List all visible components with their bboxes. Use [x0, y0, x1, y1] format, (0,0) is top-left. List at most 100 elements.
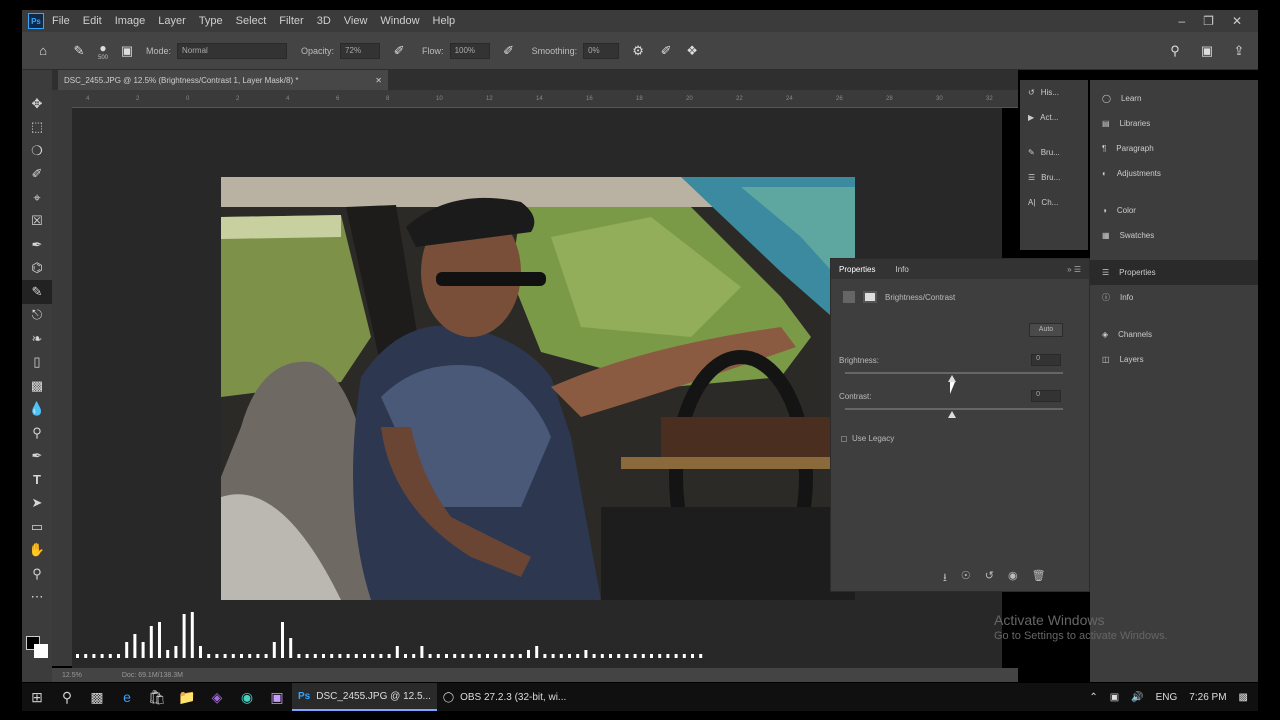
blur-tool-icon[interactable]: 💧 — [22, 398, 52, 422]
brightness-slider-thumb[interactable] — [948, 375, 956, 382]
language-indicator[interactable]: ENG — [1156, 692, 1178, 703]
frame-tool-icon[interactable]: ☒ — [22, 210, 52, 234]
document-size-info[interactable]: Doc: 69.1M/138.3M — [122, 672, 183, 679]
contrast-slider-thumb[interactable] — [948, 411, 956, 418]
start-windows-icon[interactable]: ⊞ — [22, 683, 52, 711]
panel-learn[interactable]: ◯ Learn — [1090, 86, 1258, 111]
close-tab-icon[interactable]: ✕ — [375, 76, 382, 85]
dock-actions[interactable]: ▶ Act... — [1020, 105, 1088, 130]
eyedropper-tool-icon[interactable]: ✒ — [22, 233, 52, 257]
task-view-icon[interactable]: ▩ — [82, 683, 112, 711]
volume-icon[interactable]: 🔊 — [1131, 692, 1143, 703]
marquee-tool-icon[interactable]: ⬚ — [22, 116, 52, 140]
app-icon[interactable]: ◉ — [232, 683, 262, 711]
dodge-tool-icon[interactable]: ⚲ — [22, 421, 52, 445]
type-tool-icon[interactable]: T — [22, 468, 52, 492]
flow-field[interactable]: 100% — [449, 42, 490, 59]
restore-icon[interactable]: ❐ — [1203, 14, 1214, 28]
panel-libraries[interactable]: ▤ Libraries — [1090, 111, 1258, 136]
menu-image[interactable]: Image — [115, 15, 146, 27]
view-previous-icon[interactable]: ☉ — [961, 569, 971, 588]
menu-filter[interactable]: Filter — [279, 15, 303, 27]
minimize-icon[interactable]: – — [1178, 14, 1185, 28]
store-icon[interactable]: 🛍 — [142, 683, 172, 711]
mode-select[interactable]: Normal — [177, 42, 288, 59]
gradient-tool-icon[interactable]: ▩ — [22, 374, 52, 398]
panel-swatches[interactable]: ▦ Swatches — [1090, 223, 1258, 248]
smoothing-field[interactable]: 0% — [583, 42, 620, 59]
menu-edit[interactable]: Edit — [83, 15, 102, 27]
history-brush-tool-icon[interactable]: ❧ — [22, 327, 52, 351]
zoom-tool-icon[interactable]: ⚲ — [22, 562, 52, 586]
contrast-slider-track[interactable] — [845, 408, 1063, 410]
panel-layers[interactable]: ◫ Layers — [1090, 347, 1258, 372]
home-icon[interactable]: ⌂ — [34, 42, 52, 60]
network-icon[interactable]: ▣ — [1110, 692, 1119, 703]
visual-studio-icon[interactable]: ◈ — [202, 683, 232, 711]
close-icon[interactable]: ✕ — [1232, 14, 1242, 28]
visibility-eye-icon[interactable]: ◉ — [1008, 569, 1018, 588]
tab-info[interactable]: Info — [895, 265, 908, 274]
menu-file[interactable]: File — [52, 15, 70, 27]
symmetry-icon[interactable]: ❖ — [683, 42, 701, 60]
airbrush-icon[interactable]: ✐ — [500, 42, 518, 60]
quick-select-tool-icon[interactable]: ✐ — [22, 163, 52, 187]
smoothing-options-gear-icon[interactable]: ⚙ — [629, 42, 647, 60]
brightness-field[interactable]: 0 — [1031, 354, 1061, 366]
hand-tool-icon[interactable]: ✋ — [22, 539, 52, 563]
path-selection-tool-icon[interactable]: ➤ — [22, 492, 52, 516]
crop-tool-icon[interactable]: ⌖ — [22, 186, 52, 210]
dock-brushes[interactable]: ☰ Bru... — [1020, 165, 1088, 190]
brush-tool-icon[interactable]: ✎ — [22, 280, 52, 304]
pen-tool-icon[interactable]: ✒ — [22, 445, 52, 469]
document-image[interactable] — [221, 177, 855, 600]
clip-to-layer-icon[interactable]: ⭳ — [943, 569, 947, 588]
premiere-icon[interactable]: ▣ — [262, 683, 292, 711]
opacity-field[interactable]: 72% — [340, 42, 381, 59]
menu-window[interactable]: Window — [380, 15, 419, 27]
tray-chevron-up-icon[interactable]: ⌃ — [1089, 692, 1097, 703]
brush-settings-toggle-icon[interactable]: ▣ — [118, 42, 136, 60]
auto-button[interactable]: Auto — [1029, 323, 1063, 337]
pressure-size-icon[interactable]: ✐ — [657, 42, 675, 60]
healing-brush-tool-icon[interactable]: ⌬ — [22, 257, 52, 281]
trash-icon[interactable]: 🗑 — [1032, 569, 1046, 588]
panel-color[interactable]: ◑ Color — [1090, 198, 1258, 223]
dock-character[interactable]: A| Ch... — [1020, 190, 1088, 215]
brightness-slider-track[interactable] — [845, 372, 1063, 374]
share-icon[interactable]: ⇪ — [1230, 42, 1248, 60]
tab-properties[interactable]: Properties — [839, 265, 875, 274]
search-icon[interactable]: ⚲ — [52, 683, 82, 711]
file-explorer-icon[interactable]: 📁 — [172, 683, 202, 711]
taskbar-photoshop[interactable]: Ps DSC_2455.JPG @ 12.5... — [292, 683, 437, 711]
panel-properties[interactable]: ☰ Properties — [1090, 260, 1258, 285]
menu-3d[interactable]: 3D — [317, 15, 331, 27]
menu-type[interactable]: Type — [199, 15, 223, 27]
clock[interactable]: 7:26 PM — [1189, 692, 1226, 703]
menu-select[interactable]: Select — [236, 15, 267, 27]
panel-paragraph[interactable]: ¶ Paragraph — [1090, 136, 1258, 161]
dock-history[interactable]: ↺ His... — [1020, 80, 1088, 105]
zoom-level[interactable]: 12.5% — [62, 672, 82, 679]
use-legacy-option[interactable]: Use Legacy — [841, 434, 894, 443]
rectangle-tool-icon[interactable]: ▭ — [22, 515, 52, 539]
dock-brush-settings[interactable]: ✎ Bru... — [1020, 140, 1088, 165]
background-color-swatch[interactable] — [34, 644, 48, 658]
eraser-tool-icon[interactable]: ▯ — [22, 351, 52, 375]
brush-tool-icon[interactable]: ✎ — [70, 42, 88, 60]
brush-preset-picker[interactable]: ● 500 — [98, 41, 108, 61]
color-swatches[interactable] — [24, 634, 52, 664]
reset-icon[interactable]: ↺ — [985, 569, 994, 588]
panel-info[interactable]: ⓘ Info — [1090, 285, 1258, 310]
workspace-icon[interactable]: ▣ — [1198, 42, 1216, 60]
clone-stamp-tool-icon[interactable]: ⎋ — [22, 304, 52, 328]
panel-collapse-icon[interactable]: » ☰ — [1067, 265, 1081, 274]
move-tool-icon[interactable]: ✥ — [22, 92, 52, 116]
contrast-field[interactable]: 0 — [1031, 390, 1061, 402]
pressure-opacity-icon[interactable]: ✐ — [390, 42, 408, 60]
taskbar-obs[interactable]: ◯ OBS 27.2.3 (32-bit, wi... — [437, 683, 572, 711]
more-tools-icon[interactable]: ⋯ — [22, 586, 52, 610]
use-legacy-checkbox[interactable] — [841, 435, 847, 442]
notifications-icon[interactable]: ▩ — [1239, 692, 1248, 703]
menu-help[interactable]: Help — [433, 15, 456, 27]
